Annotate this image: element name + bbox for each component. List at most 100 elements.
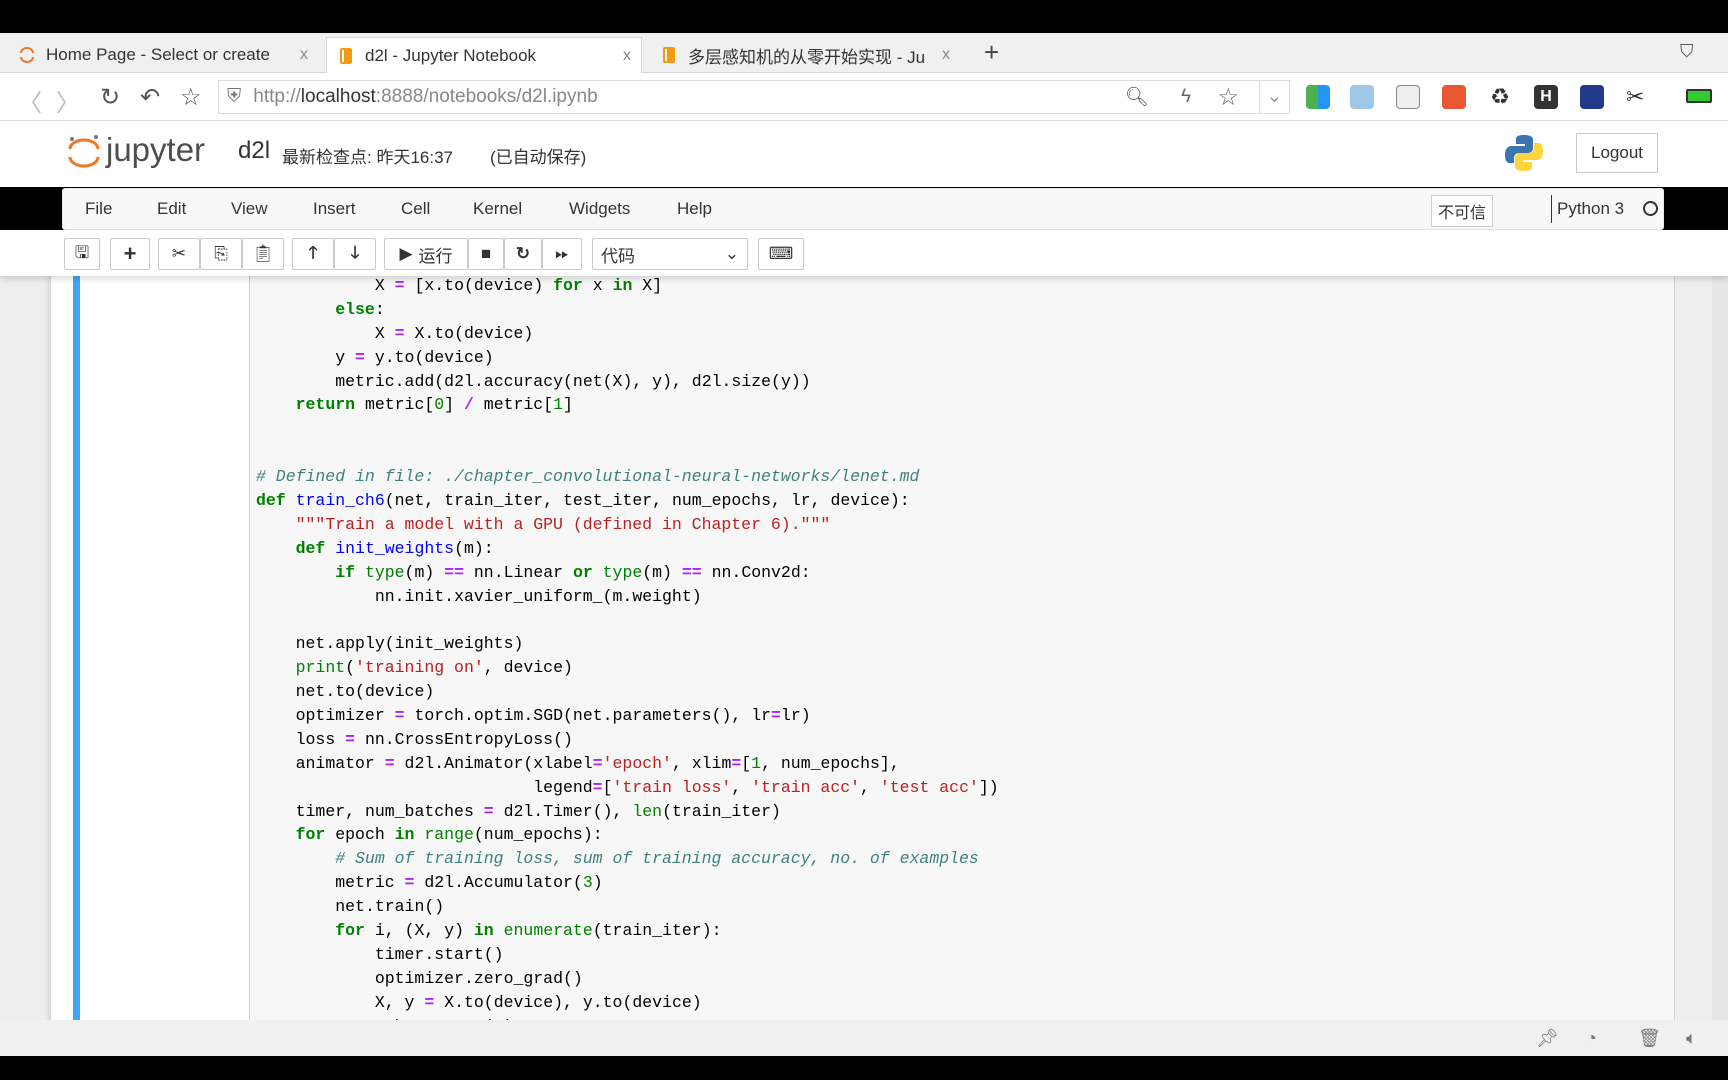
code-line: X = X.to(device) (374, 323, 534, 343)
checkpoint-status: 最新检查点: 昨天16:37 (282, 148, 453, 167)
close-tab-icon[interactable]: x (942, 46, 950, 64)
code-line: net.to(device) (295, 682, 435, 702)
jupyter-icon (20, 47, 34, 63)
menu-kernel[interactable]: Kernel (473, 199, 522, 219)
code-line: metric.add(d2l.accuracy(net(X), y), d2l.… (335, 371, 811, 391)
logout-button[interactable]: Logout (1576, 133, 1658, 173)
new-tab-button[interactable]: + (984, 37, 999, 68)
search-page-icon[interactable]: 🔍︎ (1125, 85, 1149, 109)
scissors-icon[interactable]: ✂ (1626, 85, 1650, 109)
code-line: nn.init.xavier_uniform_(m.weight) (374, 586, 702, 606)
insert-cell-icon[interactable]: + (110, 238, 150, 270)
bookmark-star-icon[interactable]: ☆ (180, 83, 202, 112)
code-line: X, y = X.to(device), y.to(device) (374, 992, 702, 1012)
copy-icon[interactable]: ⎘ (200, 238, 242, 270)
menu-file[interactable]: File (85, 199, 112, 219)
notebook-icon (663, 47, 675, 63)
tab-home[interactable]: Home Page - Select or create x (8, 37, 318, 73)
extension-tag-icon[interactable] (1442, 85, 1466, 109)
code-line: optimizer.zero_grad() (374, 968, 583, 988)
divider (1551, 195, 1552, 223)
play-icon: ▶ (399, 244, 413, 263)
skin-icon[interactable]: ⛉ (1680, 41, 1694, 62)
fast-forward-icon[interactable]: ⏩︎ (542, 238, 582, 270)
jupyter-logo-icon[interactable] (66, 133, 102, 173)
move-up-icon[interactable]: 🡑 (292, 238, 334, 270)
code-line: """Train a model with a GPU (defined in … (295, 514, 831, 534)
code-line: def init_weights(m): (295, 538, 494, 558)
code-line: if type(m) == nn.Linear or type(m) == nn… (335, 562, 811, 582)
code-line: y = y.to(device) (335, 347, 494, 367)
notebook-icon (340, 47, 352, 64)
tab-bar: Home Page - Select or create x d2l - Jup… (0, 33, 1728, 73)
lightning-icon[interactable]: ϟ (1181, 86, 1191, 108)
extension-apps-icon[interactable] (1306, 85, 1330, 109)
notebook-name[interactable]: d2l (238, 137, 270, 165)
address-bar: 〈 〉 ↻ ↶ ☆ ⛨ http://localhost:8888/notebo… (0, 73, 1728, 121)
reload-icon[interactable]: ↻ (100, 83, 120, 112)
code-line: # Sum of training loss, sum of training … (335, 849, 979, 869)
code-line: timer, num_batches = d2l.Timer(), len(tr… (295, 801, 781, 821)
shield-icon: ⛨ (227, 86, 242, 107)
tab-mlp[interactable]: 多层感知机的从零开始实现 - Ju x (650, 37, 960, 73)
scrollbar[interactable] (1712, 276, 1728, 1020)
save-icon[interactable]: 🖫 (64, 238, 100, 270)
trusted-indicator[interactable]: 不可信 (1431, 195, 1494, 227)
menu-edit[interactable]: Edit (157, 199, 186, 219)
menu-insert[interactable]: Insert (313, 199, 356, 219)
code-line: else: (335, 299, 385, 319)
tab-title: d2l - Jupyter Notebook (365, 45, 537, 65)
stop-icon[interactable]: ■ (468, 238, 504, 270)
run-button[interactable]: ▶ 运行 (384, 238, 468, 270)
code-line: loss = nn.CrossEntropyLoss() (295, 729, 573, 749)
undo-icon[interactable]: ↶ (140, 83, 160, 112)
cell-selected-indicator (73, 276, 80, 1020)
run-label: 运行 (418, 246, 453, 266)
autosave-status: (已自动保存) (490, 148, 587, 167)
speed-icon[interactable]: ◔ (1586, 1028, 1597, 1049)
extension-speed-icon[interactable] (1580, 85, 1604, 109)
code-line: net.apply(init_weights) (295, 634, 524, 654)
code-line: animator = d2l.Animator(xlabel='epoch', … (295, 753, 900, 773)
code-line: legend=['train loss', 'train acc', 'test… (533, 777, 999, 797)
status-bar: 📌︎ ◔ 🗑︎ 🔈︎ (0, 1020, 1728, 1056)
code-line: timer.start() (374, 944, 504, 964)
chevron-down-icon: ⌄ (724, 244, 739, 263)
kernel-name[interactable]: Python 3 (1557, 199, 1624, 219)
favorite-star-icon[interactable]: ☆ (1217, 83, 1239, 112)
forward-icon[interactable]: 〉 (56, 83, 80, 118)
python-logo-icon (1505, 135, 1543, 171)
code-line: def train_ch6(net, train_iter, test_iter… (256, 491, 910, 511)
extension-h-icon[interactable]: H (1534, 85, 1558, 109)
close-tab-icon[interactable]: x (300, 46, 308, 64)
close-tab-icon[interactable]: x (623, 47, 631, 65)
restart-icon[interactable]: ↻ (504, 238, 542, 270)
volume-icon[interactable]: 🔈︎ (1686, 1028, 1697, 1049)
trash-icon[interactable]: 🗑︎ (1638, 1028, 1661, 1049)
back-icon[interactable]: 〈 (18, 83, 42, 118)
extension-json-icon[interactable] (1396, 85, 1420, 109)
menu-help[interactable]: Help (677, 199, 712, 219)
dropdown-chevron-icon[interactable]: ⌄ (1259, 81, 1289, 113)
tab-d2l[interactable]: d2l - Jupyter Notebook x (326, 37, 642, 73)
toolbar: 🖫 + ✂ ⎘ 📋︎ 🡑 🡓 ▶ 运行 ■ ↻ ⏩︎ 代码 ⌄ ⌨ (0, 230, 1728, 276)
move-down-icon[interactable]: 🡓 (334, 238, 376, 270)
tab-title: 多层感知机的从零开始实现 - Ju (688, 47, 926, 67)
menu-widgets[interactable]: Widgets (569, 199, 630, 219)
cell-type-select[interactable]: 代码 ⌄ (592, 238, 748, 270)
keyboard-icon[interactable]: ⌨ (758, 238, 804, 270)
code-line: print('training on', device) (295, 658, 573, 678)
url-input[interactable]: ⛨ http://localhost:8888/notebooks/d2l.ip… (218, 80, 1290, 114)
paste-icon[interactable]: 📋︎ (242, 238, 284, 270)
pin-icon[interactable]: 📌︎ (1536, 1028, 1559, 1049)
menu-view[interactable]: View (231, 199, 268, 219)
menu-cell[interactable]: Cell (401, 199, 430, 219)
extension-map-icon[interactable] (1350, 85, 1374, 109)
extension-recycle-icon[interactable]: ♻ (1488, 85, 1512, 109)
url-path: :8888/notebooks/d2l.ipynb (375, 86, 598, 107)
code-editor[interactable]: X = [x.to(device) for x in X] else: X = … (256, 276, 999, 1020)
code-line: for epoch in range(num_epochs): (295, 825, 603, 845)
cut-icon[interactable]: ✂ (158, 238, 200, 270)
